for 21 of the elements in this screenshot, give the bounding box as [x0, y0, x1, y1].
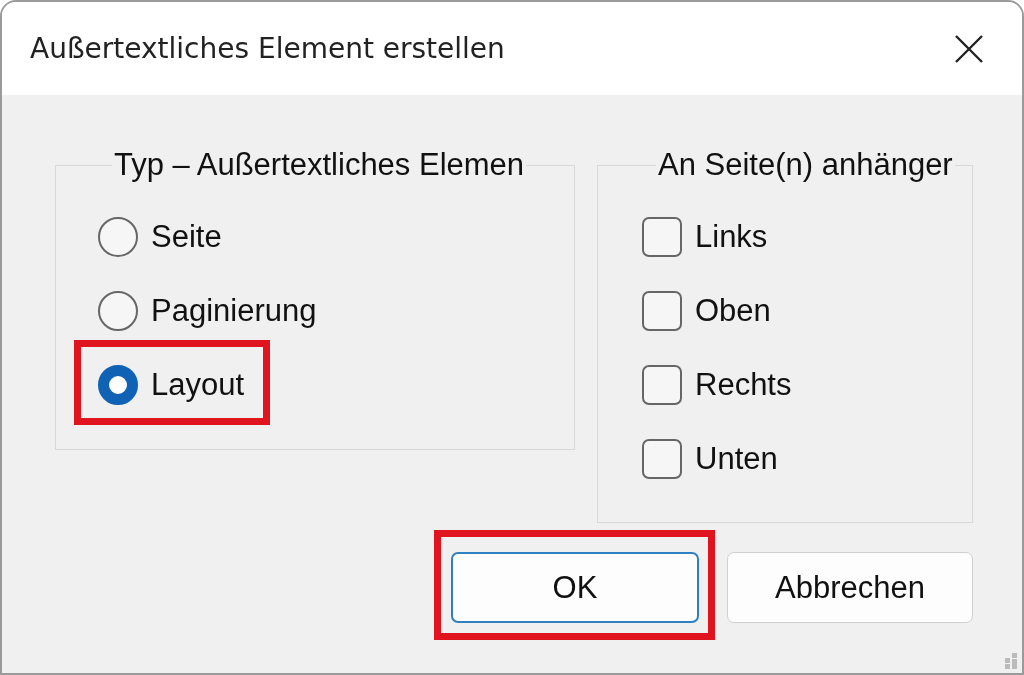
checkbox[interactable] — [642, 365, 682, 405]
window-title: Außertextliches Element erstellen — [30, 32, 505, 65]
close-icon — [954, 33, 984, 64]
radio-label[interactable]: Layout — [151, 367, 245, 403]
radio-button[interactable] — [98, 365, 138, 405]
checkbox-label[interactable]: Rechts — [695, 367, 792, 403]
resize-grip-icon[interactable] — [1002, 653, 1018, 669]
ok-button[interactable]: OK — [451, 552, 699, 623]
checkbox-label[interactable]: Links — [695, 219, 768, 255]
checkbox-label[interactable]: Unten — [695, 441, 778, 477]
cancel-button[interactable]: Abbrechen — [727, 552, 973, 623]
checkbox[interactable] — [642, 439, 682, 479]
group-legend: Typ – Außertextliches Elemen — [112, 147, 527, 183]
checkbox[interactable] — [642, 217, 682, 257]
checkbox[interactable] — [642, 291, 682, 331]
radio-button[interactable] — [98, 217, 138, 257]
checkbox-label[interactable]: Oben — [695, 293, 771, 329]
radio-label[interactable]: Seite — [151, 219, 222, 255]
radio-button[interactable] — [98, 291, 138, 331]
group-legend: An Seite(n) anhänger — [656, 147, 955, 183]
radio-label[interactable]: Paginierung — [151, 293, 317, 329]
